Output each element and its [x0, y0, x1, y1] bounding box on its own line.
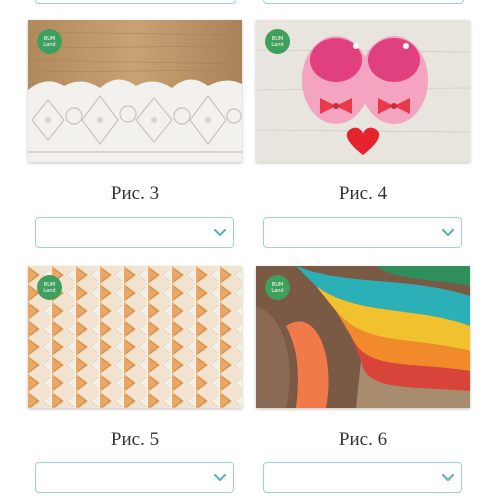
brand-logo: BUM Land	[37, 29, 62, 54]
figure-caption: Рис. 6	[338, 429, 388, 450]
figure-answer-select[interactable]	[263, 462, 462, 493]
chevron-down-icon[interactable]	[442, 471, 454, 483]
figure-answer-select[interactable]	[35, 462, 234, 493]
brand-logo: BUM Land	[265, 29, 290, 54]
figure-image-scarves: BUM Land	[256, 266, 470, 408]
figure-answer-select[interactable]	[263, 217, 462, 248]
figure-image-lace: BUM Land	[28, 20, 242, 162]
previous-row-select-right[interactable]	[263, 0, 464, 4]
figure-caption: Рис. 3	[110, 183, 160, 204]
previous-row-select-left[interactable]	[35, 0, 236, 4]
figure-caption: Рис. 5	[110, 429, 160, 450]
figure-image-knit-texture: BUM Land	[28, 266, 242, 408]
brand-logo: BUM Land	[37, 275, 62, 300]
chevron-down-icon[interactable]	[214, 226, 226, 238]
chevron-down-icon[interactable]	[214, 471, 226, 483]
brand-logo: BUM Land	[265, 275, 290, 300]
figure-answer-select[interactable]	[35, 217, 234, 248]
figure-image-booties: BUM Land	[256, 20, 470, 162]
chevron-down-icon[interactable]	[442, 226, 454, 238]
figure-caption: Рис. 4	[338, 183, 388, 204]
